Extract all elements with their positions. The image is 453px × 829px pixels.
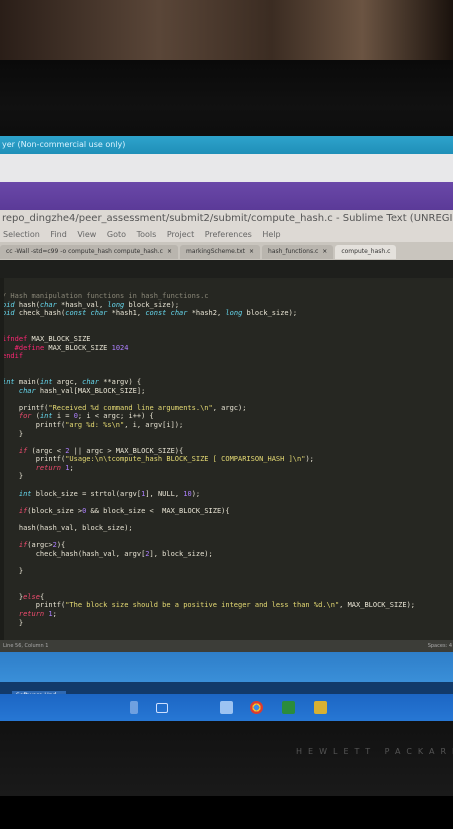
tab-label: cc -Wall -std=c99 -o compute_hash comput… [6,248,163,255]
code-line[interactable]: } [2,619,453,628]
code-line[interactable]: return 1; [2,610,453,619]
code-line[interactable] [2,498,453,507]
code-line[interactable] [2,558,453,567]
code-line[interactable] [2,584,453,593]
app-icon[interactable] [314,701,327,714]
code-line[interactable]: printf("Received %d command line argumen… [2,404,453,413]
desktop-top-panel [0,182,453,210]
code-line[interactable]: int block_size = strtol(argv[1], NULL, 1… [2,490,453,499]
code-line[interactable]: endif [2,352,453,361]
tab-bar: cc -Wall -std=c99 -o compute_hash comput… [0,242,453,260]
code-line[interactable] [2,395,453,404]
code-line[interactable]: ifndef MAX_BLOCK_SIZE [2,335,453,344]
window-title-bar: repo_dingzhe4/peer_assessment/submit2/su… [0,210,453,228]
vm-title: yer (Non-commercial use only) [2,140,126,149]
menu-project[interactable]: Project [167,230,194,239]
microphone-icon[interactable] [130,701,138,714]
menu-tools[interactable]: Tools [137,230,157,239]
window-title: repo_dingzhe4/peer_assessment/submit2/su… [2,213,453,224]
code-line[interactable] [2,627,453,636]
toolbar-area [0,154,453,182]
tab-label: markingScheme.txt [185,248,246,255]
code-line[interactable]: if (argc < 2 || argc > MAX_BLOCK_SIZE){ [2,447,453,456]
photo-background [0,0,453,60]
code-line[interactable]: } [2,567,453,576]
code-line[interactable]: } [2,472,453,481]
code-editor[interactable]: / Hash manipulation functions in hash_fu… [0,278,453,640]
host-taskbar [0,694,453,721]
code-line[interactable]: if(argc>2){ [2,541,453,550]
status-position: Line 56, Column 1 [3,643,49,649]
code-line[interactable] [2,533,453,542]
laptop-screen: yer (Non-commercial use only) repo_dingz… [0,136,453,721]
code-line[interactable]: printf("arg %d: %s\n", i, argv[i]); [2,421,453,430]
close-icon[interactable]: × [322,248,327,255]
tab-hash-functions[interactable]: hash_functions.c × [262,245,334,259]
code-line[interactable]: #define MAX_BLOCK_SIZE 1024 [2,344,453,353]
code-line[interactable] [2,515,453,524]
vm-title-bar: yer (Non-commercial use only) [0,136,453,154]
close-icon[interactable]: × [167,248,172,255]
code-line[interactable]: printf("The block size should be a posit… [2,601,453,610]
code-line[interactable]: char hash_val[MAX_BLOCK_SIZE]; [2,387,453,396]
code-line[interactable]: check_hash(hash_val, argv[2], block_size… [2,550,453,559]
file-explorer-icon[interactable] [220,701,233,714]
status-indentation[interactable]: Spaces: 4 [428,640,452,652]
code-line[interactable]: hash(hash_val, block_size); [2,524,453,533]
close-icon[interactable]: × [249,248,254,255]
code-line[interactable]: if(block_size >0 && block_size < MAX_BLO… [2,507,453,516]
code-text[interactable]: / Hash manipulation functions in hash_fu… [0,278,453,640]
code-line[interactable] [2,361,453,370]
code-line[interactable] [2,576,453,585]
code-line[interactable]: for (int i = 0; i < argc; i++) { [2,412,453,421]
tab-label: compute_hash.c [341,248,391,255]
code-line[interactable] [2,318,453,327]
tab-marking-scheme[interactable]: markingScheme.txt × [179,245,261,259]
menu-bar: Selection Find View Goto Tools Project P… [0,228,453,242]
media-player-icon[interactable] [282,701,295,714]
code-line[interactable] [2,438,453,447]
menu-goto[interactable]: Goto [107,230,126,239]
menu-selection[interactable]: Selection [3,230,40,239]
laptop-bezel-bottom: HEWLETT PACKARD [0,721,453,796]
desktop-panel [0,652,453,682]
menu-help[interactable]: Help [262,230,280,239]
tab-label: hash_functions.c [268,248,319,255]
code-line[interactable]: return 1; [2,464,453,473]
menu-view[interactable]: View [77,230,96,239]
task-view-icon[interactable] [156,703,168,713]
code-line[interactable]: oid hash(char *hash_val, long block_size… [2,301,453,310]
code-line[interactable]: / Hash manipulation functions in hash_fu… [2,292,453,301]
code-line[interactable]: } [2,430,453,439]
laptop-bezel-top [0,60,453,140]
line-gutter [0,278,4,640]
laptop-brand: HEWLETT PACKARD [296,747,453,756]
tab-compute-hash[interactable]: compute_hash.c [335,245,397,259]
menu-find[interactable]: Find [50,230,66,239]
code-line[interactable]: }else{ [2,593,453,602]
code-line[interactable] [2,326,453,335]
code-line[interactable] [2,481,453,490]
code-line[interactable]: int main(int argc, char **argv) { [2,378,453,387]
status-bar: Line 56, Column 1 Spaces: 4 [0,640,453,652]
code-line[interactable]: oid check_hash(const char *hash1, const … [2,309,453,318]
tab-build-command[interactable]: cc -Wall -std=c99 -o compute_hash comput… [0,245,178,259]
chrome-icon[interactable] [250,701,263,714]
code-line[interactable] [2,369,453,378]
code-line[interactable]: printf("Usage:\n\tcompute_hash BLOCK_SIZ… [2,455,453,464]
host-taskbar-strip: Software Upd... [0,682,453,700]
menu-preferences[interactable]: Preferences [205,230,252,239]
photo-bottom [0,796,453,829]
